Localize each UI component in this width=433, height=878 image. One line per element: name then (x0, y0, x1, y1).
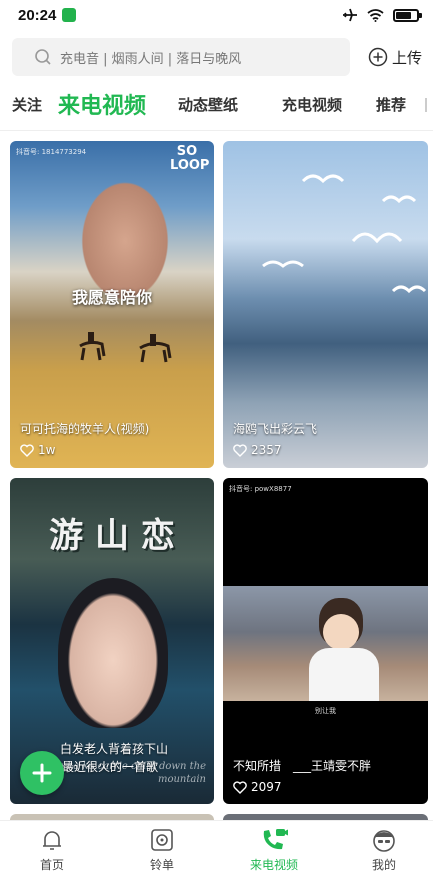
battery-icon (393, 8, 422, 22)
search-input[interactable]: 充电音 | 烟雨人间 | 落日与晚风 (12, 38, 350, 76)
heart-icon (20, 443, 34, 457)
search-row: 充电音 | 烟雨人间 | 落日与晚风 上传 (12, 37, 427, 77)
tabs-overflow-indicator (425, 98, 433, 112)
poster-title: 游 山 恋 (49, 516, 175, 556)
card-logo: SO LOOP (170, 144, 210, 173)
playlist-icon (151, 829, 173, 851)
like-count: 2357 (251, 443, 282, 457)
bell-icon (43, 831, 61, 850)
nav-call-video[interactable]: 来电视频 (234, 827, 314, 873)
card-title: 不知所措 ___王靖雯不胖 (233, 759, 372, 773)
card-watermark: 抖音号: 1814773294 (16, 148, 87, 156)
tabs-divider (0, 130, 433, 131)
video-card[interactable]: 抖音号: 1814773294 SO LOOP 我愿意陪你 可可托海的牧羊人(视… (10, 141, 214, 468)
status-time: 20:24 (18, 6, 57, 24)
like-count: 1w (38, 443, 56, 457)
add-button[interactable] (20, 751, 64, 795)
horse-riders-image (79, 332, 172, 363)
status-bar: 20:24 (0, 0, 433, 30)
card-title: 可可托海的牧羊人(视频) (20, 422, 150, 436)
character-portrait (58, 578, 168, 728)
video-card[interactable]: 海鸥飞出彩云飞 2357 (223, 141, 428, 468)
tab-following[interactable]: 关注 (12, 94, 42, 115)
nav-label: 来电视频 (249, 858, 298, 872)
upload-label: 上传 (392, 48, 423, 67)
anime-scene-image (223, 586, 428, 701)
heart-icon (233, 443, 247, 457)
profile-icon (373, 830, 395, 852)
airplane-mode-icon (343, 8, 357, 22)
card-likes: 2357 (233, 443, 282, 457)
status-icons (342, 8, 422, 22)
card-title: 白发老人背着孩下山 (60, 742, 169, 756)
seagulls-image (262, 174, 427, 294)
video-caption: 别让我 (315, 707, 336, 715)
card-watermark: 抖音号: powX8877 (229, 485, 292, 493)
search-placeholder: 充电音 | 烟雨人间 | 落日与晚风 (60, 51, 242, 67)
nav-label: 铃单 (149, 858, 174, 872)
nav-profile[interactable]: 我的 (344, 827, 424, 873)
video-card[interactable]: 抖音号: powX8877 别让我 不知所措 ___王靖雯不胖 2097 (223, 478, 428, 804)
card-likes: 1w (20, 443, 55, 457)
like-count: 2097 (251, 780, 282, 794)
app-notification-icon (62, 8, 77, 22)
tab-live-wallpaper[interactable]: 动态壁纸 (178, 94, 238, 115)
upload-button[interactable]: 上传 (368, 47, 422, 68)
tab-recommended[interactable]: 推荐 (376, 94, 406, 115)
category-tabs: 关注 来电视频 动态壁纸 充电视频 推荐 (0, 86, 433, 122)
nav-label: 首页 (39, 858, 64, 872)
battery-level (396, 11, 411, 19)
nav-playlist[interactable]: 铃单 (122, 827, 202, 873)
add-circle-icon (368, 47, 388, 67)
wifi-icon (367, 8, 384, 22)
search-icon (35, 49, 51, 65)
card-likes: 2097 (233, 780, 282, 794)
phone-video-icon (263, 829, 288, 850)
tab-charging-video[interactable]: 充电视频 (282, 94, 342, 115)
bottom-nav: 首页 铃单 来电视频 我的 (0, 820, 433, 878)
heart-icon (233, 780, 247, 794)
card-overlay-text: 我愿意陪你 (71, 288, 152, 307)
card-title: 海鸥飞出彩云飞 (233, 422, 318, 436)
nav-home[interactable]: 首页 (12, 827, 92, 873)
nav-label: 我的 (371, 858, 396, 872)
tab-call-video[interactable]: 来电视频 (58, 88, 146, 120)
plus-icon (32, 763, 52, 783)
